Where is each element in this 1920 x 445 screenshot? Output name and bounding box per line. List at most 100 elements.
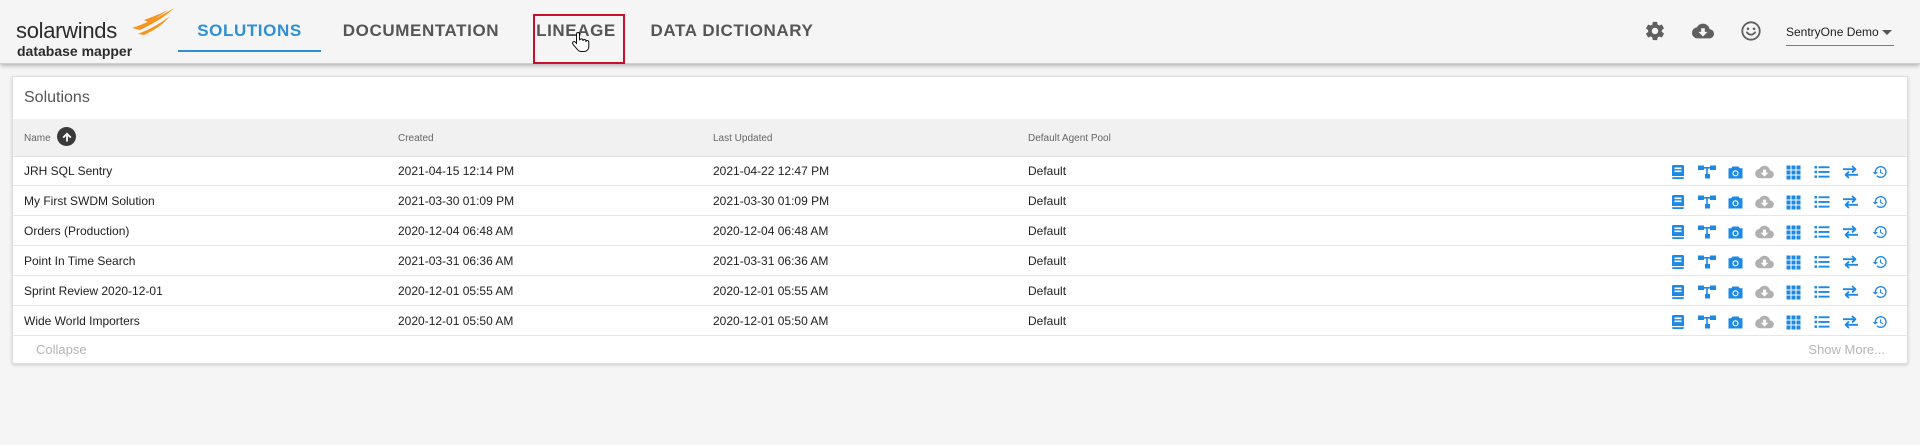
- collapse-link[interactable]: Collapse: [36, 342, 87, 357]
- cloud-download-icon[interactable]: [1754, 312, 1774, 332]
- tab-lineage[interactable]: LINEAGE: [531, 0, 621, 64]
- book-icon[interactable]: [1668, 312, 1688, 332]
- camera-icon[interactable]: [1726, 222, 1746, 242]
- history-icon[interactable]: [1870, 162, 1890, 182]
- solution-name-cell[interactable]: Wide World Importers: [24, 314, 140, 328]
- list-icon[interactable]: [1812, 252, 1832, 272]
- swap-icon[interactable]: [1841, 222, 1861, 242]
- flame-icon: [132, 8, 174, 35]
- grid-icon[interactable]: [1783, 222, 1803, 242]
- sort-ascending-button[interactable]: [57, 127, 76, 146]
- cloud-download-icon[interactable]: [1754, 282, 1774, 302]
- history-icon[interactable]: [1870, 192, 1890, 212]
- book-icon[interactable]: [1668, 162, 1688, 182]
- lineage-tree-icon[interactable]: [1697, 282, 1717, 302]
- solution-name-cell[interactable]: Point In Time Search: [24, 254, 135, 268]
- last-updated-cell: 2020-12-04 06:48 AM: [713, 224, 829, 238]
- list-icon[interactable]: [1812, 162, 1832, 182]
- solution-name-cell[interactable]: Orders (Production): [24, 224, 129, 238]
- column-header-created[interactable]: Created: [398, 133, 434, 144]
- book-icon[interactable]: [1668, 222, 1688, 242]
- header-actions: [1640, 16, 1784, 46]
- created-cell: 2020-12-01 05:50 AM: [398, 314, 514, 328]
- solution-name-cell[interactable]: Sprint Review 2020-12-01: [24, 284, 163, 298]
- last-updated-cell: 2021-04-22 12:47 PM: [713, 164, 830, 178]
- table-row[interactable]: Wide World Importers 2020-12-01 05:50 AM 2…: [13, 306, 1907, 336]
- solutions-card: Solutions Name Created Last Updated Defa…: [12, 76, 1908, 364]
- last-updated-cell: 2021-03-30 01:09 PM: [713, 194, 830, 208]
- camera-icon[interactable]: [1726, 162, 1746, 182]
- cloud-download-icon[interactable]: [1754, 252, 1774, 272]
- lineage-tree-icon[interactable]: [1697, 192, 1717, 212]
- row-actions: [1668, 312, 1898, 332]
- table-row[interactable]: My First SWDM Solution 2021-03-30 01:09 P…: [13, 186, 1907, 216]
- book-icon[interactable]: [1668, 192, 1688, 212]
- arrow-up-icon: [62, 132, 71, 141]
- lineage-tree-icon[interactable]: [1697, 222, 1717, 242]
- agent-pool-cell: Default: [1028, 224, 1067, 238]
- cloud-download-icon[interactable]: [1754, 192, 1774, 212]
- last-updated-cell: 2020-12-01 05:50 AM: [713, 314, 829, 328]
- cloud-download-icon[interactable]: [1754, 222, 1774, 242]
- table-row[interactable]: JRH SQL Sentry 2021-04-15 12:14 PM 2021-04…: [13, 156, 1907, 186]
- list-icon[interactable]: [1812, 312, 1832, 332]
- cloud-download-icon[interactable]: [1688, 16, 1718, 46]
- column-header-name[interactable]: Name: [24, 133, 51, 144]
- created-cell: 2021-03-30 01:09 PM: [398, 194, 515, 208]
- settings-icon[interactable]: [1640, 16, 1670, 46]
- product-name: database mapper: [17, 43, 133, 59]
- swap-icon[interactable]: [1841, 192, 1861, 212]
- history-icon[interactable]: [1870, 252, 1890, 272]
- top-app-bar: solarwinds database mapper SOLUTIONS DOC…: [0, 0, 1920, 64]
- solution-name-cell[interactable]: JRH SQL Sentry: [24, 164, 112, 178]
- lineage-tree-icon[interactable]: [1697, 162, 1717, 182]
- tab-solutions[interactable]: SOLUTIONS: [178, 0, 321, 64]
- grid-icon[interactable]: [1783, 312, 1803, 332]
- solution-name-cell[interactable]: My First SWDM Solution: [24, 194, 155, 208]
- column-header-last-updated[interactable]: Last Updated: [713, 133, 773, 144]
- show-more-link[interactable]: Show More...: [1808, 342, 1885, 357]
- brand-name: solarwinds: [16, 18, 117, 43]
- camera-icon[interactable]: [1726, 192, 1746, 212]
- solarwinds-logo[interactable]: solarwinds database mapper: [16, 8, 174, 59]
- swap-icon[interactable]: [1841, 282, 1861, 302]
- row-actions: [1668, 282, 1898, 302]
- swap-icon[interactable]: [1841, 312, 1861, 332]
- table-header: Name Created Last Updated Default Agent …: [13, 119, 1907, 157]
- swap-icon[interactable]: [1841, 252, 1861, 272]
- tab-documentation[interactable]: DOCUMENTATION: [321, 0, 521, 64]
- grid-icon[interactable]: [1783, 282, 1803, 302]
- agent-pool-cell: Default: [1028, 254, 1067, 268]
- grid-icon[interactable]: [1783, 192, 1803, 212]
- row-actions: [1668, 192, 1898, 212]
- created-cell: 2021-04-15 12:14 PM: [398, 164, 515, 178]
- grid-icon[interactable]: [1783, 252, 1803, 272]
- swap-icon[interactable]: [1841, 162, 1861, 182]
- lineage-tree-icon[interactable]: [1697, 312, 1717, 332]
- table-row[interactable]: Orders (Production) 2020-12-04 06:48 AM 20…: [13, 216, 1907, 246]
- user-name: SentryOne Demo: [1786, 25, 1879, 39]
- camera-icon[interactable]: [1726, 312, 1746, 332]
- column-header-default-agent-pool[interactable]: Default Agent Pool: [1028, 133, 1111, 144]
- camera-icon[interactable]: [1726, 252, 1746, 272]
- smiley-icon[interactable]: [1736, 16, 1766, 46]
- history-icon[interactable]: [1870, 222, 1890, 242]
- tab-data-dictionary[interactable]: DATA DICTIONARY: [637, 0, 827, 64]
- table-row[interactable]: Point In Time Search 2021-03-31 06:36 AM 2…: [13, 246, 1907, 276]
- book-icon[interactable]: [1668, 282, 1688, 302]
- history-icon[interactable]: [1870, 312, 1890, 332]
- list-icon[interactable]: [1812, 192, 1832, 212]
- user-account-select[interactable]: SentryOne Demo: [1786, 20, 1894, 46]
- history-icon[interactable]: [1870, 282, 1890, 302]
- lineage-tree-icon[interactable]: [1697, 252, 1717, 272]
- list-icon[interactable]: [1812, 282, 1832, 302]
- chevron-down-icon: [1882, 30, 1892, 35]
- table-row[interactable]: Sprint Review 2020-12-01 2020-12-01 05:55…: [13, 276, 1907, 306]
- list-icon[interactable]: [1812, 222, 1832, 242]
- grid-icon[interactable]: [1783, 162, 1803, 182]
- created-cell: 2020-12-04 06:48 AM: [398, 224, 514, 238]
- cloud-download-icon[interactable]: [1754, 162, 1774, 182]
- book-icon[interactable]: [1668, 252, 1688, 272]
- card-title: Solutions: [24, 89, 90, 106]
- camera-icon[interactable]: [1726, 282, 1746, 302]
